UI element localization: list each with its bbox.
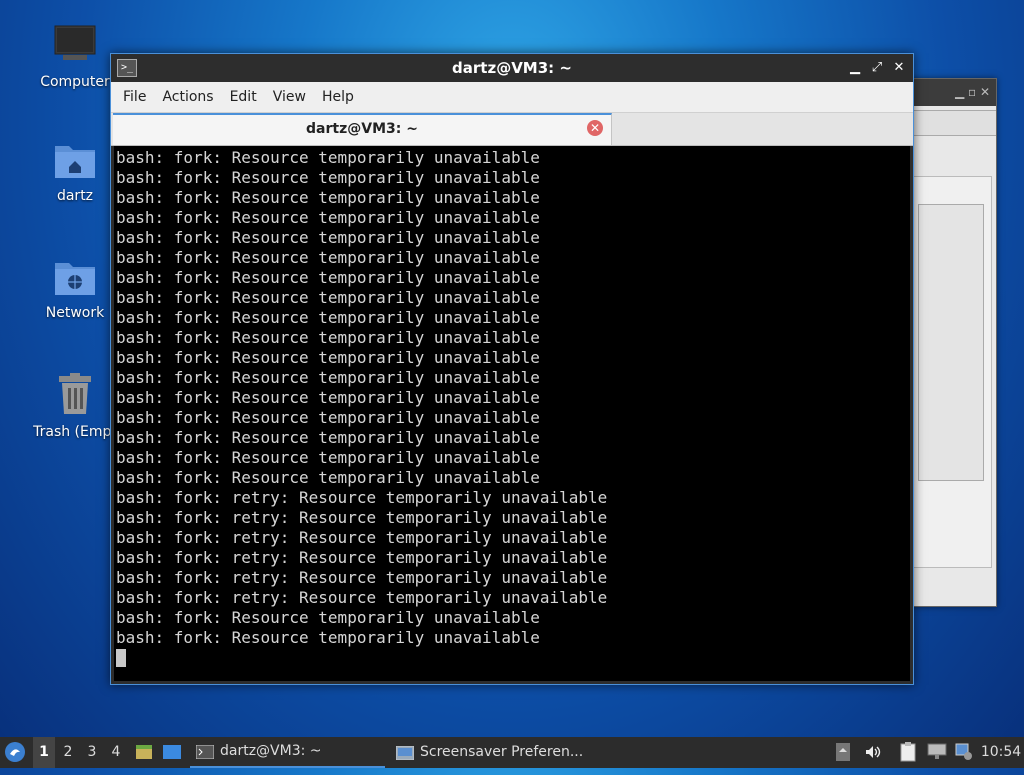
tray-volume[interactable]: [864, 737, 882, 768]
background-window-toolbar: [906, 110, 996, 136]
tray-clipboard[interactable]: [900, 737, 918, 768]
background-window-titlebar[interactable]: ▁ ▫ ✕: [906, 79, 996, 106]
maximize-icon[interactable]: ⤢: [869, 60, 885, 76]
close-icon[interactable]: ✕: [891, 60, 907, 76]
network-icon: [927, 743, 947, 759]
screensaver-icon: [396, 745, 414, 760]
terminal-line: bash: fork: Resource temporarily unavail…: [116, 148, 540, 167]
terminal-line: bash: fork: retry: Resource temporarily …: [116, 528, 608, 547]
network-folder-icon: [55, 263, 95, 295]
terminal-line: bash: fork: Resource temporarily unavail…: [116, 368, 540, 387]
terminal-titlebar[interactable]: >_ dartz@VM3: ~ ▁ ⤢ ✕: [111, 54, 913, 82]
workspace-4[interactable]: 4: [105, 737, 127, 768]
menu-edit[interactable]: Edit: [222, 82, 265, 112]
eject-icon: [836, 743, 850, 761]
workspace-2[interactable]: 2: [57, 737, 79, 768]
terminal-line: bash: fork: Resource temporarily unavail…: [116, 448, 540, 467]
text-cursor: [116, 649, 126, 667]
window-title: dartz@VM3: ~: [452, 59, 572, 77]
start-menu-button[interactable]: [4, 737, 30, 768]
terminal-line: bash: fork: retry: Resource temporarily …: [116, 508, 608, 527]
clipboard-icon: [900, 742, 916, 762]
menu-bar: File Actions Edit View Help: [111, 82, 913, 113]
tab-close-icon[interactable]: ✕: [587, 120, 603, 136]
task-terminal[interactable]: dartz@VM3: ~: [190, 737, 385, 768]
terminal-line: bash: fork: retry: Resource temporarily …: [116, 588, 608, 607]
show-desktop-icon: [163, 745, 181, 759]
notification-icon: [955, 743, 972, 760]
tab-terminal[interactable]: dartz@VM3: ~ ✕: [113, 113, 612, 145]
menu-help[interactable]: Help: [314, 82, 362, 112]
terminal-line: bash: fork: Resource temporarily unavail…: [116, 408, 540, 427]
tray-upload-icon[interactable]: [836, 737, 852, 768]
workspace-1[interactable]: 1: [33, 737, 55, 768]
terminal-line: bash: fork: Resource temporarily unavail…: [116, 248, 540, 267]
menu-view[interactable]: View: [265, 82, 314, 112]
file-manager-icon: [136, 745, 152, 759]
background-window[interactable]: ▁ ▫ ✕: [905, 78, 997, 607]
terminal-line: bash: fork: Resource temporarily unavail…: [116, 168, 540, 187]
background-window-preview: [918, 204, 984, 481]
terminal-line: bash: fork: retry: Resource temporarily …: [116, 548, 608, 567]
terminal-line: bash: fork: Resource temporarily unavail…: [116, 268, 540, 287]
terminal-line: bash: fork: Resource temporarily unavail…: [116, 208, 540, 227]
minimize-icon[interactable]: ▁: [847, 60, 863, 76]
terminal-line: bash: fork: retry: Resource temporarily …: [116, 568, 608, 587]
task-screensaver[interactable]: Screensaver Preferen...: [390, 737, 602, 768]
terminal-line: bash: fork: Resource temporarily unavail…: [116, 468, 540, 487]
home-folder-icon: [55, 146, 95, 178]
terminal-line: bash: fork: Resource temporarily unavail…: [116, 428, 540, 447]
task-label: Screensaver Preferen...: [420, 744, 584, 760]
clock[interactable]: 10:54: [980, 737, 1022, 768]
terminal-line: bash: fork: retry: Resource temporarily …: [116, 488, 608, 507]
app-menu-icon: [5, 742, 25, 762]
tray-notifications[interactable]: [955, 737, 973, 768]
file-manager-launcher[interactable]: [134, 737, 156, 768]
terminal-line: bash: fork: Resource temporarily unavail…: [116, 388, 540, 407]
taskbar: 1 2 3 4 dartz@VM3: ~ Screensaver Prefere…: [0, 737, 1024, 768]
terminal-line: bash: fork: Resource temporarily unavail…: [116, 608, 540, 627]
terminal-line: bash: fork: Resource temporarily unavail…: [116, 188, 540, 207]
tab-label: dartz@VM3: ~: [306, 121, 418, 137]
show-desktop-button[interactable]: [162, 737, 184, 768]
terminal-line: bash: fork: Resource temporarily unavail…: [116, 628, 540, 647]
terminal-line: bash: fork: Resource temporarily unavail…: [116, 348, 540, 367]
trash-icon: [59, 373, 91, 414]
menu-actions[interactable]: Actions: [154, 82, 221, 112]
terminal-app-icon[interactable]: >_: [117, 59, 137, 77]
terminal-line: bash: fork: Resource temporarily unavail…: [116, 288, 540, 307]
volume-icon: [866, 746, 881, 758]
tab-bar: dartz@VM3: ~ ✕: [111, 113, 913, 146]
computer-icon: [54, 25, 96, 60]
terminal-line: bash: fork: Resource temporarily unavail…: [116, 328, 540, 347]
terminal-lines: bash: fork: Resource temporarily unavail…: [114, 146, 910, 648]
terminal-line: bash: fork: Resource temporarily unavail…: [116, 228, 540, 247]
window-controls-icon: ▁ ▫ ✕: [954, 85, 990, 99]
terminal-icon: [196, 744, 214, 759]
workspace-3[interactable]: 3: [81, 737, 103, 768]
tray-network[interactable]: [927, 737, 947, 768]
terminal-window[interactable]: >_ dartz@VM3: ~ ▁ ⤢ ✕ File Actions Edit …: [110, 53, 914, 685]
task-label: dartz@VM3: ~: [220, 743, 322, 759]
terminal-line: bash: fork: Resource temporarily unavail…: [116, 308, 540, 327]
terminal-output[interactable]: bash: fork: Resource temporarily unavail…: [114, 146, 910, 681]
menu-file[interactable]: File: [115, 82, 154, 112]
